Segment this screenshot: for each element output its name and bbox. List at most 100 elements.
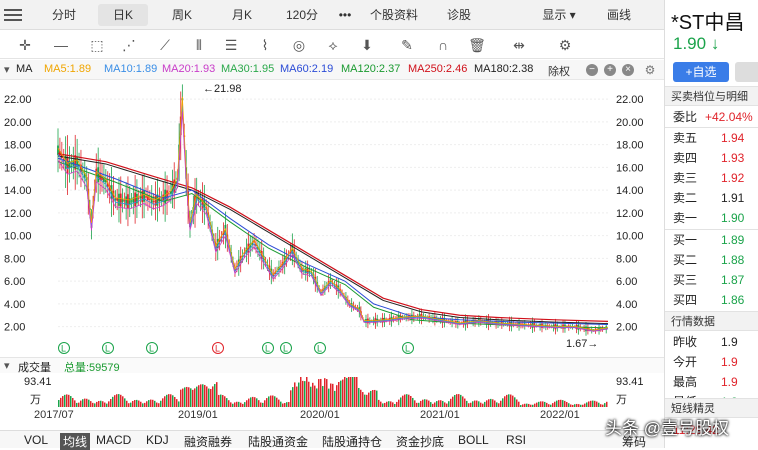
tab-rsi[interactable]: RSI bbox=[506, 433, 526, 447]
volume-unit-right: 万 bbox=[616, 394, 627, 406]
down-arrow-icon: ↓ bbox=[710, 34, 720, 53]
date-tick: 2017/07 bbox=[34, 409, 74, 421]
volume-bar bbox=[330, 383, 332, 407]
volume-bar bbox=[122, 396, 124, 407]
menu-icon[interactable] bbox=[4, 6, 22, 24]
settings-gear-icon[interactable]: ⚙ bbox=[556, 36, 574, 54]
tab-margin-trading[interactable]: 融资融券 bbox=[184, 433, 232, 450]
quote-row[interactable]: 最高 1.9 bbox=[673, 372, 758, 392]
ma-label[interactable]: MA bbox=[16, 63, 33, 75]
volume-bar bbox=[226, 398, 228, 407]
fibonacci-icon[interactable]: ☰ bbox=[222, 36, 240, 54]
tab-weekly-k[interactable]: 周K bbox=[156, 4, 208, 26]
tab-kdj[interactable]: KDJ bbox=[146, 433, 169, 447]
stock-name: *ST中昌 bbox=[671, 12, 745, 34]
tab-boll[interactable]: BOLL bbox=[458, 433, 489, 447]
more-tabs-button[interactable]: ••• bbox=[332, 4, 358, 26]
close-icon[interactable]: × bbox=[622, 64, 634, 76]
volume-bar bbox=[216, 382, 218, 407]
volume-bar bbox=[294, 382, 296, 407]
ask-row[interactable]: 卖三 1.92 bbox=[673, 168, 758, 188]
volume-bar bbox=[220, 394, 222, 407]
bid-row[interactable]: 买四 1.86 bbox=[673, 290, 758, 310]
volume-bar bbox=[318, 379, 320, 407]
tab-daily-k[interactable]: 日K bbox=[98, 4, 148, 26]
tab-bottom-fishing[interactable]: 资金抄底 bbox=[396, 433, 444, 450]
tab-vol[interactable]: VOL bbox=[24, 433, 48, 447]
ma-settings-icon[interactable]: ⚙ bbox=[644, 64, 656, 76]
adjust-mode-button[interactable]: 除权 bbox=[548, 63, 570, 79]
volume-bar bbox=[344, 377, 346, 407]
tab-ma[interactable]: 均线 bbox=[60, 433, 91, 450]
volume-bar bbox=[270, 395, 272, 407]
date-axis: 2017/07 2019/01 2020/01 2021/01 2022/01 bbox=[0, 407, 664, 423]
ask-row[interactable]: 卖二 1.91 bbox=[673, 188, 758, 208]
quote-row[interactable]: 今开 1.9 bbox=[673, 352, 758, 372]
ask-row[interactable]: 卖五 1.94 bbox=[673, 128, 758, 148]
row-value: 1.88 bbox=[721, 253, 745, 267]
pencil-icon[interactable]: ✎ bbox=[398, 36, 416, 54]
add-watchlist-button[interactable]: +自选 bbox=[673, 62, 729, 82]
crosshair-icon[interactable]: ✛ bbox=[16, 36, 34, 54]
ma5-line bbox=[57, 96, 609, 331]
y-tick-label: 2.00 bbox=[4, 322, 25, 334]
candle-body bbox=[148, 198, 151, 200]
ask-row[interactable]: 卖一 1.90 bbox=[673, 208, 758, 228]
volume-bar bbox=[488, 399, 490, 407]
candlestick-chart[interactable]: 22.00 20.00 18.00 16.00 14.00 12.00 10.00 8.00 6… bbox=[0, 80, 664, 356]
quote-row[interactable]: 昨收 1.9 bbox=[673, 332, 758, 352]
l-signal-icon: L bbox=[262, 342, 274, 354]
ma30-line bbox=[57, 161, 609, 329]
minus-icon[interactable]: − bbox=[586, 64, 598, 76]
parallel-lines-icon[interactable]: ⦀ bbox=[190, 36, 208, 54]
volume-bar bbox=[490, 398, 492, 407]
trendline-tool-icon[interactable]: ⟋ bbox=[156, 36, 174, 54]
date-tick: 2021/01 bbox=[420, 409, 460, 421]
bid-row[interactable]: 买三 1.87 bbox=[673, 270, 758, 290]
volume-bar bbox=[210, 388, 212, 407]
line-tool-icon[interactable]: — bbox=[52, 36, 70, 54]
draw-line-button[interactable]: 画线 bbox=[594, 4, 644, 26]
cycle-tool-icon[interactable]: ◎ bbox=[290, 36, 308, 54]
tab-intraday[interactable]: 分时 bbox=[40, 4, 88, 26]
tab-monthly-k[interactable]: 月K bbox=[216, 4, 268, 26]
volume-bar bbox=[228, 400, 230, 407]
ma5-value: MA5:1.89 bbox=[44, 63, 92, 75]
volume-bar bbox=[248, 398, 250, 407]
volume-bar bbox=[58, 400, 60, 407]
volume-bar bbox=[510, 394, 512, 407]
rectangle-tool-icon[interactable]: ⬚ bbox=[88, 36, 106, 54]
arrow-down-icon[interactable]: ⬇ bbox=[358, 36, 376, 54]
order-book-title[interactable]: 买卖档位与明细 bbox=[665, 86, 758, 106]
volume-bar bbox=[298, 382, 300, 407]
volume-max-left: 93.41 bbox=[24, 376, 52, 388]
ask-row[interactable]: 卖四 1.93 bbox=[673, 148, 758, 168]
tab-120min[interactable]: 120分 bbox=[276, 4, 328, 26]
collapse-caret-icon[interactable]: ▾ bbox=[4, 63, 10, 76]
candle-body bbox=[139, 196, 142, 199]
volume-bar bbox=[342, 379, 344, 407]
trash-icon[interactable]: 🗑 bbox=[468, 36, 486, 54]
bid-row[interactable]: 买二 1.88 bbox=[673, 250, 758, 270]
volume-bar bbox=[308, 381, 310, 407]
gann-tool-icon[interactable]: ⟡ bbox=[324, 36, 342, 54]
tab-northbound-funds[interactable]: 陆股通资金 bbox=[248, 433, 308, 450]
expand-icon[interactable]: ⇹ bbox=[510, 36, 528, 54]
tab-diagnosis[interactable]: 诊股 bbox=[434, 4, 484, 26]
tab-northbound-holdings[interactable]: 陆股通持仓 bbox=[322, 433, 382, 450]
tab-stock-profile[interactable]: 个股资料 bbox=[362, 4, 426, 26]
row-value: 1.91 bbox=[721, 191, 745, 205]
row-value: 1.89 bbox=[721, 233, 745, 247]
fan-tool-icon[interactable]: ⋰ bbox=[120, 36, 138, 54]
wave-tool-icon[interactable]: ⌇ bbox=[256, 36, 274, 54]
bid-row[interactable]: 买一 1.89 bbox=[673, 230, 758, 250]
more-button[interactable] bbox=[735, 62, 758, 82]
tab-macd[interactable]: MACD bbox=[96, 433, 131, 447]
display-dropdown[interactable]: 显示 ▾ bbox=[530, 4, 588, 26]
quote-data-title[interactable]: 行情数据 bbox=[665, 311, 758, 331]
collapse-caret-icon[interactable]: ▾ bbox=[4, 359, 10, 372]
magnet-icon[interactable]: ∩ bbox=[434, 36, 452, 54]
volume-chart[interactable]: 93.41 93.41 万 万 bbox=[0, 373, 664, 407]
plus-icon[interactable]: + bbox=[604, 64, 616, 76]
ma20-value: MA20:1.93 bbox=[162, 63, 216, 75]
